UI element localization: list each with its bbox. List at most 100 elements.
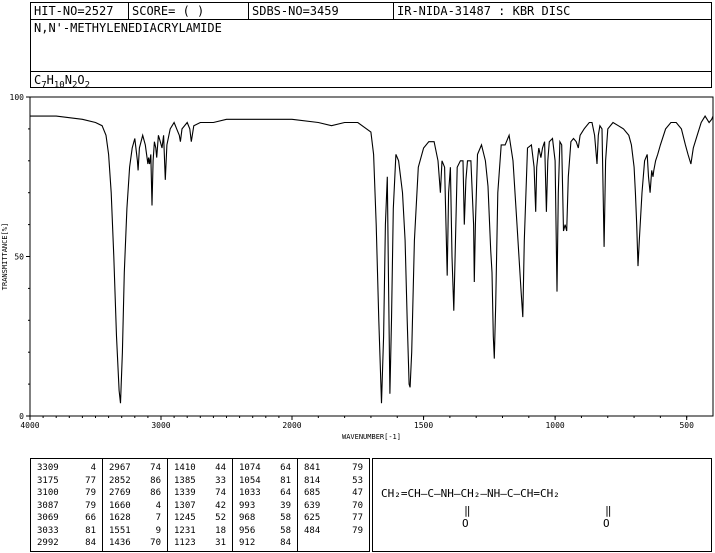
peak-transmittance: 18 [215,525,226,536]
peak-transmittance: 52 [215,513,226,523]
peak-transmittance: 84 [280,538,291,548]
x-tick-label: 3000 [151,421,170,430]
peak-transmittance: 4 [90,463,96,473]
peak-transmittance: 86 [150,488,161,498]
peak-transmittance: 77 [352,513,363,523]
peak-column: 1074 64 1054 81 1033 64 993 39 968 58 956 58 912 84 [233,459,298,551]
peak-column: 3309 4 3175 77 3100 79 3087 79 3069 66 3033 81 2992 8… [31,459,103,551]
peak-transmittance: 58 [280,525,291,536]
peak-transmittance: 53 [352,475,363,486]
peak-transmittance: 70 [150,538,161,548]
peak-wavenumber: 1385 [174,475,196,486]
peak-transmittance: 9 [155,525,161,536]
peak-transmittance: 79 [352,525,363,536]
peak-wavenumber: 3175 [37,475,59,486]
peak-table: 3309 4 3175 77 3100 79 3087 79 3069 66 3033 81 2992 8… [30,458,370,552]
peak-wavenumber: 1551 [109,525,131,536]
peak-transmittance: 64 [280,463,291,473]
peak-wavenumber: 1033 [239,488,261,498]
peak-transmittance: 81 [280,475,291,486]
x-tick-label: 2000 [282,421,301,430]
peak-wavenumber: 1339 [174,488,196,498]
peak-wavenumber: 1660 [109,500,131,511]
structure-bond-2: ‖ [605,504,612,517]
x-axis-label: WAVENUMBER[-1] [342,433,401,441]
peak-transmittance: 74 [150,463,161,473]
peak-wavenumber: 1307 [174,500,196,511]
peak-wavenumber: 3069 [37,513,59,523]
structure-bond-1: ‖ [464,504,471,517]
spectrum-line [30,115,714,404]
peak-transmittance: 47 [352,488,363,498]
peak-wavenumber: 968 [239,513,256,523]
peak-wavenumber: 484 [304,525,321,536]
peak-wavenumber: 2992 [37,538,59,548]
compound-name: N,N'-METHYLENEDIACRYLAMIDE [34,21,222,35]
peak-wavenumber: 1436 [109,538,131,548]
structure-diagram: CH₂=CH—C—NH—CH₂—NH—C—CH=CH₂ ‖ O ‖ O [372,458,712,552]
peak-transmittance: 81 [85,525,96,536]
peak-wavenumber: 625 [304,513,321,523]
peak-wavenumber: 3087 [37,500,59,511]
peak-column: 2967 74 2852 86 2769 86 1660 4 1628 7 1551 9 1436 70 [103,459,168,551]
x-tick-label: 4000 [20,421,39,430]
peak-transmittance: 77 [85,475,96,486]
peak-transmittance: 31 [215,538,226,548]
peak-wavenumber: 1123 [174,538,196,548]
peak-column: 841 79 814 53 685 47 639 70 625 77 484 79 [298,459,369,551]
y-tick-label: 0 [19,412,24,421]
peak-transmittance: 7 [155,513,161,523]
peak-transmittance: 70 [352,500,363,511]
x-tick-label: 1000 [545,421,564,430]
molecular-formula: C7H10N2O2 [31,71,711,90]
peak-wavenumber: 685 [304,488,321,498]
peak-wavenumber: 1410 [174,463,196,473]
peak-transmittance: 66 [85,513,96,523]
peak-wavenumber: 639 [304,500,321,511]
sdbs-number: SDBS-NO=3459 [249,3,394,19]
peak-wavenumber: 1628 [109,513,131,523]
peak-wavenumber: 1054 [239,475,261,486]
peak-transmittance: 74 [215,488,226,498]
peak-transmittance: 86 [150,475,161,486]
carbonyl-oxygen-2: O [603,517,610,530]
ir-info: IR-NIDA-31487 : KBR DISC [397,4,571,18]
x-tick-label: 1500 [414,421,433,430]
carbonyl-oxygen-1: O [462,517,469,530]
header-panel: HIT-NO=2527 SCORE= ( ) SDBS-NO=3459 IR-N… [30,2,712,90]
peak-wavenumber: 2769 [109,488,131,498]
peak-transmittance: 79 [352,463,363,473]
plot-frame [29,96,714,417]
peak-transmittance: 39 [280,500,291,511]
score: SCORE= ( ) [129,3,249,19]
peak-wavenumber: 3309 [37,463,59,473]
peak-transmittance: 44 [215,463,226,473]
hit-number: HIT-NO=2527 [31,3,129,19]
peak-wavenumber: 841 [304,463,321,473]
peak-transmittance: 84 [85,538,96,548]
peak-transmittance: 79 [85,500,96,511]
peak-column: 1410 44 1385 33 1339 74 1307 42 1245 52 1231 18 1123… [168,459,233,551]
y-tick-label: 100 [10,93,25,102]
peak-wavenumber: 814 [304,475,321,486]
header-row: HIT-NO=2527 SCORE= ( ) SDBS-NO=3459 IR-N… [31,3,711,20]
peak-wavenumber: 956 [239,525,256,536]
y-axis-label: TRANSMITTANCE[%] [1,223,9,290]
peak-wavenumber: 2852 [109,475,131,486]
peak-wavenumber: 1074 [239,463,261,473]
peak-wavenumber: 3100 [37,488,59,498]
peak-transmittance: 79 [85,488,96,498]
ir-spectrum-chart: 4000 3000 2000 1500 1000 500 0 50 100 WAVENUMBER[… [1,93,714,441]
peak-wavenumber: 2967 [109,463,131,473]
peak-transmittance: 64 [280,488,291,498]
peak-wavenumber: 912 [239,538,256,548]
peak-transmittance: 58 [280,513,291,523]
x-tick-label: 500 [679,421,694,430]
peak-transmittance: 4 [155,500,161,511]
y-tick-label: 50 [14,253,24,262]
peak-wavenumber: 1231 [174,525,196,536]
peak-transmittance: 33 [215,475,226,486]
peak-wavenumber: 1245 [174,513,196,523]
peak-wavenumber: 3033 [37,525,59,536]
structure-chain: CH₂=CH—C—NH—CH₂—NH—C—CH=CH₂ [381,487,560,500]
